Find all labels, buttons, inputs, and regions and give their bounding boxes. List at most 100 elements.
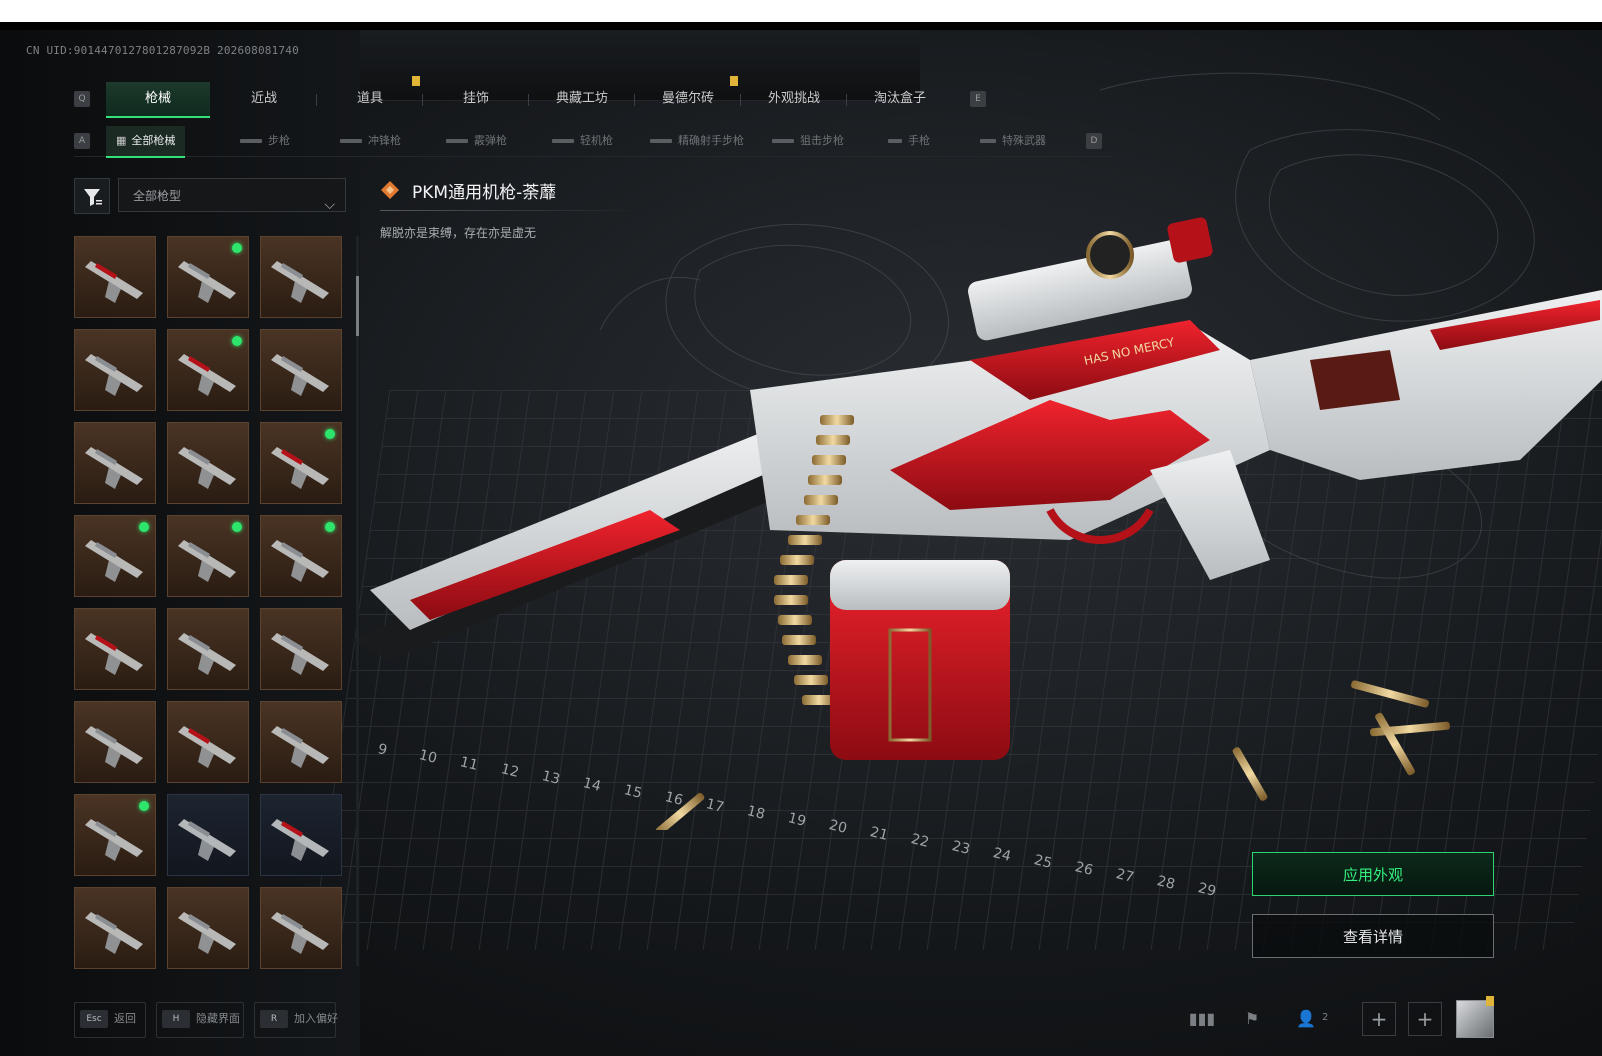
subtab-all-guns[interactable]: ▦ 全部枪械 (106, 126, 186, 158)
new-indicator (232, 243, 242, 253)
add-favorite-hint[interactable]: R 加入偏好 (260, 1006, 338, 1032)
tab-divider (846, 94, 847, 106)
skin-cell[interactable] (260, 608, 342, 690)
subtab-label: 冲锋枪 (368, 134, 401, 147)
skin-cell[interactable] (74, 515, 156, 597)
tab-charms[interactable]: 挂饰 (424, 82, 528, 116)
tab-melee[interactable]: 近战 (212, 82, 316, 116)
friends-icon[interactable]: 👤 (1292, 1006, 1320, 1032)
subtab-smg[interactable]: 冲锋枪 (340, 126, 401, 156)
subtab-sniper[interactable]: 狙击步枪 (772, 126, 844, 156)
title-divider (380, 210, 640, 211)
gun-thumbnail-icon (85, 633, 143, 675)
key-h: H (162, 1010, 190, 1028)
apply-skin-button[interactable]: 应用外观 (1252, 852, 1494, 896)
avatar-badge (1486, 996, 1494, 1006)
tab-divider (422, 94, 423, 106)
new-indicator (325, 522, 335, 532)
hide-ui-hint[interactable]: H 隐藏界面 (162, 1006, 240, 1032)
skin-cell[interactable] (74, 701, 156, 783)
grid-scrollbar[interactable] (356, 236, 359, 966)
uid-label: CN UID:9014470127801287092B 202608081740 (26, 44, 299, 57)
rifle-icon (240, 139, 262, 143)
filter-button[interactable] (74, 178, 110, 214)
gun-thumbnail-icon (271, 633, 329, 675)
skin-cell[interactable] (167, 422, 249, 504)
hint-label: 返回 (114, 1012, 136, 1025)
grid-icon: ▦ (116, 134, 127, 147)
tab-guns[interactable]: 枪械 (106, 82, 210, 118)
tab-prev-key-q[interactable]: Q (74, 91, 90, 107)
skin-cell[interactable] (260, 887, 342, 969)
gun-type-select[interactable]: 全部枪型 ⌵ (118, 178, 346, 213)
subtab-label: 手枪 (908, 134, 930, 147)
skin-cell[interactable] (74, 236, 156, 318)
subtab-shotgun[interactable]: 霰弹枪 (446, 126, 507, 156)
sub-tab-bar: A ▦ 全部枪械 步枪 冲锋枪 霰弹枪 轻机枪 精确射手步枪 狙击步枪 手枪 特殊… (74, 126, 1114, 158)
skin-cell[interactable] (74, 887, 156, 969)
skin-cell[interactable] (74, 794, 156, 876)
tab-appearance-challenge[interactable]: 外观挑战 (742, 82, 846, 116)
tab-collection-workshop[interactable]: 典藏工坊 (530, 82, 634, 116)
subtab-label: 特殊武器 (1002, 134, 1046, 147)
subtab-label: 步枪 (268, 134, 290, 147)
gun-thumbnail-icon (271, 819, 329, 861)
new-indicator (139, 801, 149, 811)
new-indicator (139, 522, 149, 532)
subtab-label: 霰弹枪 (474, 134, 507, 147)
add-party-slot-2[interactable]: + (1408, 1002, 1442, 1036)
skin-cell[interactable] (74, 329, 156, 411)
skin-cell[interactable] (167, 794, 249, 876)
skin-cell[interactable] (260, 701, 342, 783)
gun-thumbnail-icon (178, 633, 236, 675)
tab-next-key-e[interactable]: E (970, 91, 986, 107)
pistol-icon (888, 139, 902, 143)
skin-cell[interactable] (167, 515, 249, 597)
skin-cell[interactable] (167, 701, 249, 783)
grid-scroll-thumb[interactable] (356, 276, 359, 336)
skin-cell[interactable] (167, 608, 249, 690)
back-hint[interactable]: Esc 返回 (80, 1006, 136, 1032)
stats-icon[interactable]: ▮▮▮ (1188, 1006, 1216, 1032)
tab-divider (528, 94, 529, 106)
subtab-dmr[interactable]: 精确射手步枪 (650, 126, 744, 156)
tab-elimination-box[interactable]: 淘汰盒子 (848, 82, 952, 116)
gun-thumbnail-icon (178, 447, 236, 489)
sniper-icon (772, 139, 794, 143)
tab-props[interactable]: 道具 (318, 82, 422, 116)
skin-cell[interactable] (74, 422, 156, 504)
key-esc: Esc (80, 1010, 108, 1028)
tab-divider (740, 94, 741, 106)
tab-new-marker (730, 76, 738, 86)
skin-cell[interactable] (167, 236, 249, 318)
select-value: 全部枪型 (133, 189, 182, 203)
view-details-button[interactable]: 查看详情 (1252, 914, 1494, 958)
skin-cell[interactable] (167, 887, 249, 969)
subtab-pistol[interactable]: 手枪 (888, 126, 930, 156)
skin-cell[interactable] (260, 329, 342, 411)
subtab-special[interactable]: 特殊武器 (980, 126, 1046, 156)
shotgun-icon (446, 139, 468, 143)
subtab-prev-key-a[interactable]: A (74, 133, 90, 149)
subtab-lmg[interactable]: 轻机枪 (552, 126, 613, 156)
skin-cell[interactable] (260, 236, 342, 318)
skin-cell[interactable] (74, 608, 156, 690)
tab-mandel-brick[interactable]: 曼德尔砖 (636, 82, 740, 116)
skin-cell[interactable] (167, 329, 249, 411)
gun-thumbnail-icon (85, 261, 143, 303)
subtab-next-key-d[interactable]: D (1086, 133, 1102, 149)
add-party-slot-1[interactable]: + (1362, 1002, 1396, 1036)
subtab-rifle[interactable]: 步枪 (240, 126, 290, 156)
diamond-rarity-icon (381, 181, 399, 199)
gun-thumbnail-icon (271, 912, 329, 954)
gun-thumbnail-icon (271, 726, 329, 768)
tab-new-marker (412, 76, 420, 86)
gun-thumbnail-icon (178, 819, 236, 861)
skin-cell[interactable] (260, 422, 342, 504)
gun-thumbnail-icon (85, 447, 143, 489)
skin-cell[interactable] (260, 515, 342, 597)
flag-icon[interactable]: ⚑ (1238, 1006, 1266, 1032)
subtab-label: 全部枪械 (131, 134, 176, 147)
gun-thumbnail-icon (271, 354, 329, 396)
skin-cell[interactable] (260, 794, 342, 876)
